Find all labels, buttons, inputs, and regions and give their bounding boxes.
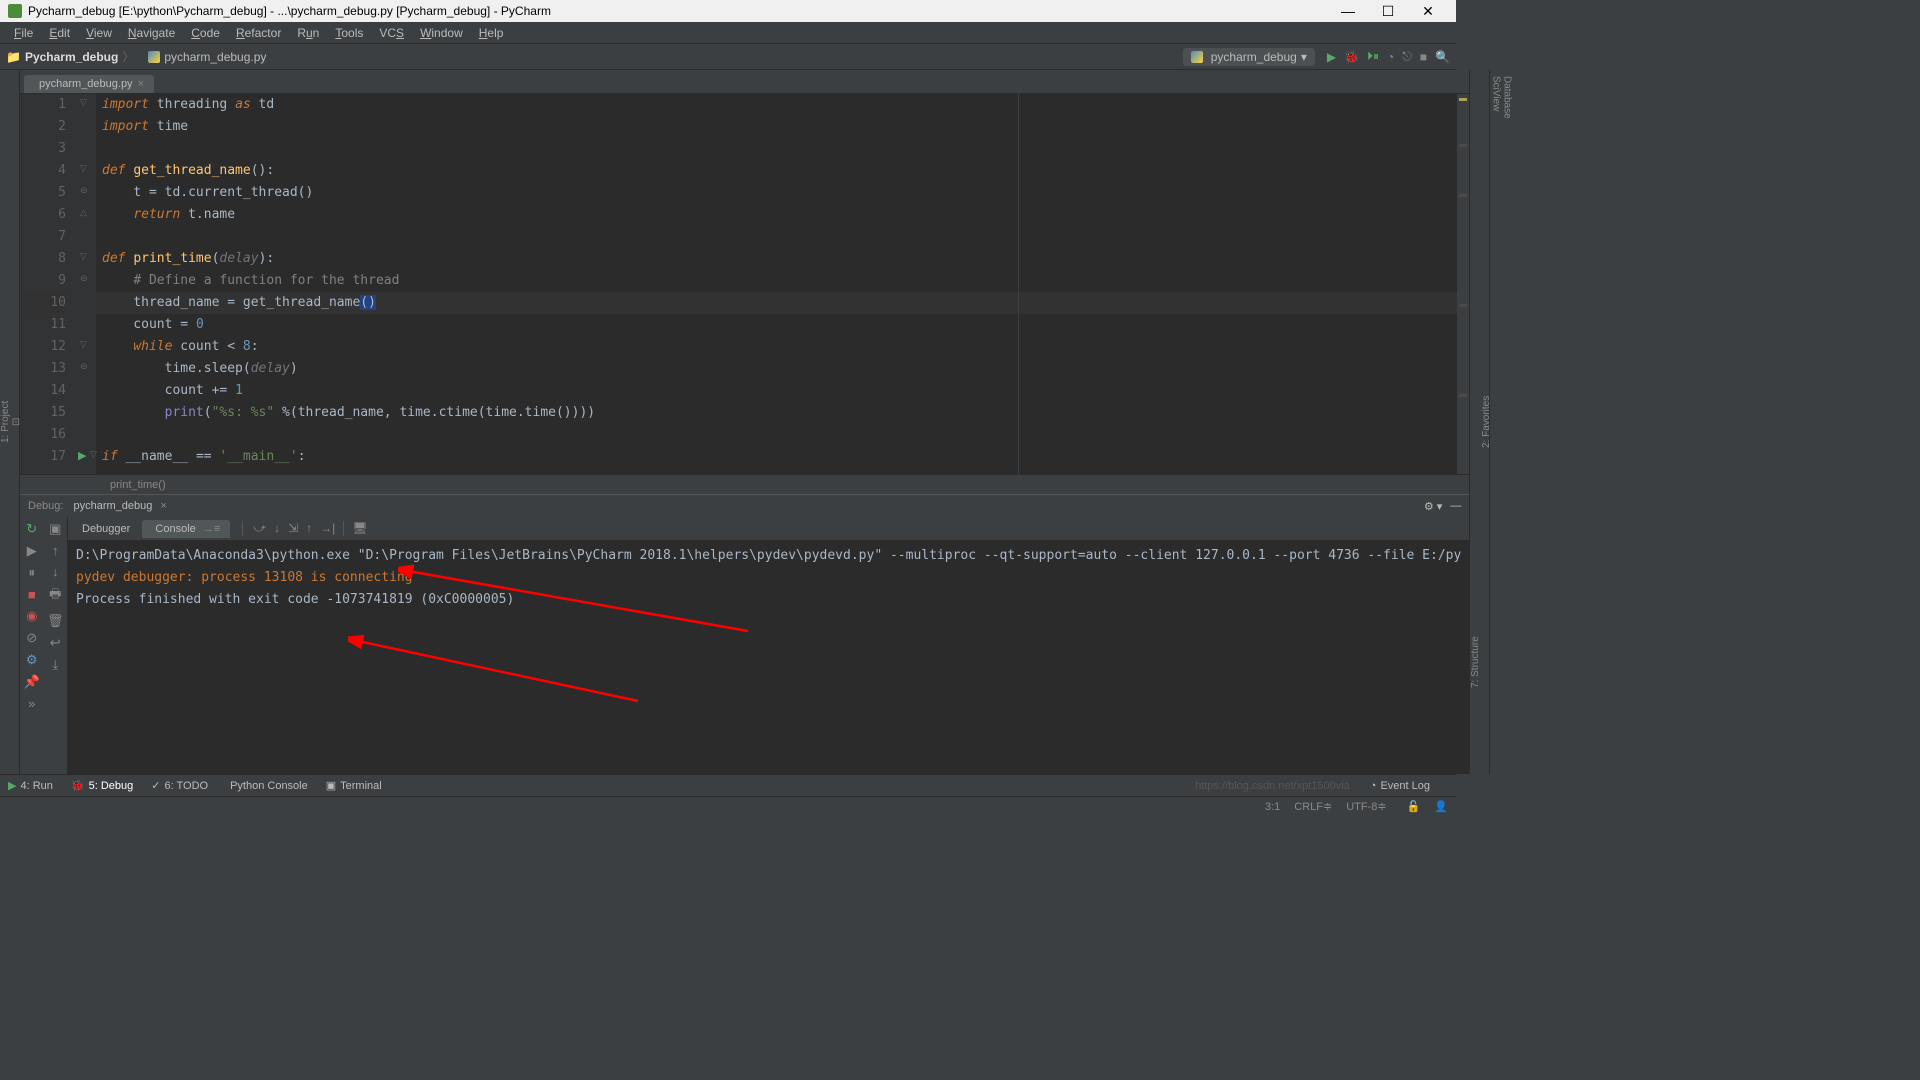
mute-breakpoints-icon[interactable]: ⊘ [26, 630, 37, 646]
pin-icon[interactable]: 📌 [24, 674, 40, 690]
menu-run[interactable]: Run [289, 24, 327, 42]
menu-window[interactable]: Window [412, 24, 471, 42]
bottom-tab-pyconsole[interactable]: Python Console [226, 780, 308, 792]
bottom-tab-terminal[interactable]: ▣Terminal [326, 779, 382, 792]
debugger-tab[interactable]: Debugger [72, 520, 140, 538]
line-ending[interactable]: CRLF≑ [1294, 800, 1332, 813]
gear-icon[interactable]: ⚙ ▾ [1424, 500, 1442, 513]
app-icon [8, 4, 22, 18]
python-icon [148, 51, 160, 63]
run-button[interactable]: ▶ [1327, 50, 1336, 64]
event-log[interactable]: ◔Event Log [1370, 780, 1430, 792]
more-icon[interactable]: » [28, 696, 35, 711]
breadcrumb-file[interactable]: pycharm_debug.py [148, 50, 266, 64]
maximize-button[interactable]: ☐ [1368, 3, 1408, 20]
code-area[interactable]: import threading as td import time def g… [96, 94, 1469, 474]
menu-tools[interactable]: Tools [327, 24, 371, 42]
file-encoding[interactable]: UTF-8≑ [1346, 800, 1386, 813]
menu-refactor[interactable]: Refactor [228, 24, 289, 42]
coverage-button[interactable]: ⏵⏸ [1367, 49, 1379, 64]
bottom-tab-debug[interactable]: 🐞5: Debug [71, 779, 133, 792]
resume-icon[interactable]: ▶ [27, 543, 37, 559]
folder-icon: 📁 [6, 50, 21, 64]
print-icon[interactable]: 🖶 [49, 585, 61, 607]
settings-icon[interactable]: ⚙ [26, 652, 38, 668]
editor-breadcrumb[interactable]: print_time() [20, 474, 1469, 494]
inspector-icon[interactable]: 👤 [1434, 800, 1448, 813]
console-tab[interactable]: Console →≡ [142, 520, 230, 538]
menu-code[interactable]: Code [183, 24, 228, 42]
minimize-button[interactable]: — [1328, 3, 1368, 19]
debug-label: Debug: [28, 500, 63, 512]
menu-vcs[interactable]: VCS [371, 24, 412, 42]
caret-position[interactable]: 3:1 [1265, 801, 1280, 813]
tool-project[interactable]: 1: Project [0, 90, 11, 754]
search-button[interactable]: 🔍 [1435, 50, 1450, 64]
step-out-icon[interactable]: ↑ [306, 521, 312, 536]
up-icon[interactable]: ↑ [52, 543, 59, 558]
scroll-icon[interactable]: ⤓ [52, 657, 58, 673]
bottom-tab-run[interactable]: ▶4: Run [8, 779, 53, 792]
breadcrumb-root[interactable]: Pycharm_debug [25, 50, 118, 64]
menu-view[interactable]: View [78, 24, 120, 42]
bottom-toolbar: ▶4: Run 🐞5: Debug ✓6: TODO Python Consol… [0, 774, 1456, 796]
titlebar: Pycharm_debug [E:\python\Pycharm_debug] … [0, 0, 1456, 22]
step-over-icon[interactable]: ⤻ [253, 521, 266, 536]
hide-panel-icon[interactable]: — [1450, 500, 1461, 512]
evaluate-icon[interactable]: 🖥 [343, 521, 367, 536]
menu-file[interactable]: File [6, 24, 41, 42]
run-config-selector[interactable]: pycharm_debug ▾ [1183, 48, 1315, 66]
debug-panel: Debug: pycharm_debug × ⚙ ▾ — ↻ [20, 494, 1469, 774]
close-button[interactable]: ✕ [1408, 3, 1448, 20]
layout-icon[interactable]: ▣ [49, 521, 61, 537]
statusbar: 3:1 CRLF≑ UTF-8≑ 🔓 👤 [0, 796, 1456, 816]
stop-button[interactable]: ■ [1420, 50, 1427, 64]
editor-tabs: pycharm_debug.py × [20, 70, 1469, 94]
tool-structure[interactable]: 7: Structure [1470, 570, 1481, 754]
lock-icon[interactable]: 🔓 [1407, 800, 1421, 813]
navbar: 📁 Pycharm_debug 〉 pycharm_debug.py pycha… [0, 44, 1456, 70]
bottom-tab-todo[interactable]: ✓6: TODO [151, 779, 208, 792]
window-title: Pycharm_debug [E:\python\Pycharm_debug] … [28, 4, 551, 18]
menu-edit[interactable]: Edit [41, 24, 78, 42]
step-into-my-icon[interactable]: ⇲ [288, 521, 298, 536]
profile-button[interactable]: ◔ [1387, 50, 1394, 64]
wrap-icon[interactable]: ↩ [50, 635, 61, 651]
tool-favorites[interactable]: 2: Favorites [1481, 90, 1492, 754]
left-tool-gutter-2: 7: Structure 2: Favorites [1469, 70, 1489, 774]
breakpoints-icon[interactable]: ◉ [26, 608, 37, 624]
debug-session-name[interactable]: pycharm_debug × [69, 500, 166, 512]
trash-icon[interactable]: 🗑 [47, 613, 64, 629]
step-into-icon[interactable]: ↓ [274, 521, 280, 536]
attach-button[interactable]: ⎋ [1402, 49, 1412, 64]
run-line-marker-icon[interactable]: ▶ [78, 449, 86, 462]
editor-scrollbar[interactable] [1457, 94, 1469, 474]
debug-button[interactable]: 🐞 [1344, 50, 1359, 64]
down-icon[interactable]: ↓ [52, 564, 59, 579]
annotation-arrow-2 [348, 631, 648, 711]
pause-icon[interactable]: ⏸ [29, 565, 36, 581]
run-to-cursor-icon[interactable]: →| [320, 521, 335, 536]
fold-gutter: ▽ ▽ ⊖ △ ▽ ⊖ ▽ ⊖ ▶ ▽ [76, 94, 96, 474]
debug-side-toolbar: ↻ ▶ ⏸ ■ ◉ ⊘ ⚙ 📌 » ▣ [20, 517, 68, 774]
menubar: File Edit View Navigate Code Refactor Ru… [0, 22, 1456, 44]
line-gutter: 1 2 3 4 5 6 7 8 9 10 11 12 13 14 15 16 1 [20, 94, 76, 474]
rerun-icon[interactable]: ↻ [26, 521, 37, 537]
right-tool-gutter: SciView Database [1489, 70, 1509, 774]
menu-navigate[interactable]: Navigate [120, 24, 183, 42]
editor-tab[interactable]: pycharm_debug.py × [24, 75, 154, 93]
menu-help[interactable]: Help [471, 24, 512, 42]
python-icon [1191, 51, 1203, 63]
chevron-down-icon: ▾ [1301, 50, 1307, 64]
console-output[interactable]: D:\ProgramData\Anaconda3\python.exe "D:\… [68, 541, 1469, 774]
stop-icon[interactable]: ■ [28, 587, 36, 602]
tool-database[interactable]: Database [1501, 76, 1512, 758]
watermark: https://blog.csdn.net/xpt1500via [1195, 780, 1350, 792]
left-tool-gutter: 1: Project ⊡ [0, 70, 20, 774]
close-session-icon[interactable]: × [160, 500, 166, 512]
close-tab-icon[interactable]: × [138, 78, 144, 90]
editor[interactable]: 1 2 3 4 5 6 7 8 9 10 11 12 13 14 15 16 1 [20, 94, 1469, 474]
